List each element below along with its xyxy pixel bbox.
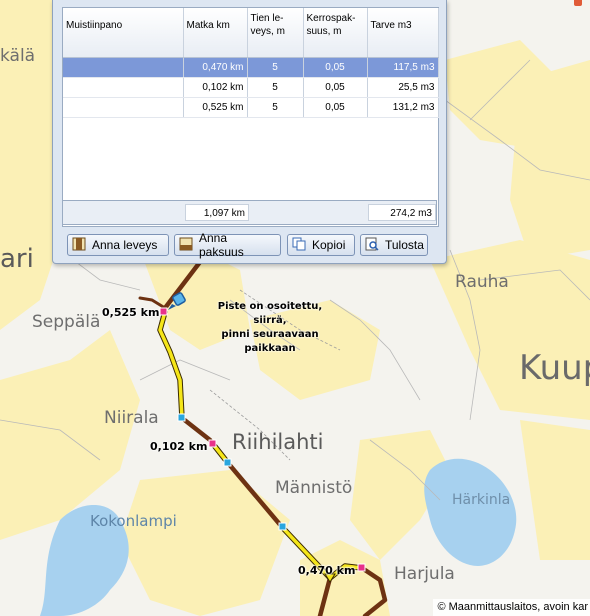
place-label: Harjula: [394, 564, 455, 584]
route-point-marker: [278, 522, 287, 531]
cell-width[interactable]: 5: [247, 77, 304, 98]
column-header-note[interactable]: Muistiinpano: [63, 8, 184, 58]
button-label: Anna paksuus: [199, 231, 244, 259]
set-thickness-button[interactable]: Anna paksuus: [174, 231, 281, 259]
place-label: Niirala: [104, 408, 159, 428]
cell-width[interactable]: 5: [247, 97, 304, 118]
close-icon[interactable]: [574, 0, 582, 6]
total-need: 274,2 m3: [368, 204, 436, 221]
segment-distance-label: 0,525 km: [102, 306, 160, 319]
place-label: Seppälä: [32, 312, 101, 332]
print-preview-icon: [365, 237, 379, 254]
lake-label: Kokonlampi: [90, 512, 177, 530]
segment-distance-label: 0,470 km: [298, 564, 356, 577]
cell-thickness[interactable]: 0,05: [303, 57, 368, 78]
route-point-marker: [208, 439, 217, 448]
totals-row: 1,097 km 274,2 m3: [62, 200, 437, 225]
column-header-road-width[interactable]: Tien le-veys, m: [247, 8, 304, 58]
place-label: ari: [0, 244, 34, 274]
gravel-calculation-panel: Muistiinpano Matka km Tien le-veys, m Ke…: [52, 0, 447, 264]
column-header-need[interactable]: Tarve m3: [367, 8, 439, 58]
place-label: Männistö: [275, 478, 353, 498]
lake-label: Härkinla: [452, 492, 511, 508]
cell-thickness[interactable]: 0,05: [303, 77, 368, 98]
table-header: Muistiinpano Matka km Tien le-veys, m Ke…: [63, 8, 439, 58]
table-row[interactable]: 0,102 km 5 0,05 25,5 m3: [63, 77, 439, 98]
copyright-notice: © Maanmittauslaitos, avoin kar: [433, 599, 590, 616]
tooltip-line: Piste on osoitettu, siirrä,: [217, 301, 323, 326]
total-distance: 1,097 km: [185, 204, 249, 221]
table-row[interactable]: 0,525 km 5 0,05 131,2 m3: [63, 97, 439, 118]
cell-note[interactable]: [63, 77, 184, 98]
cell-distance[interactable]: 0,102 km: [183, 77, 248, 98]
column-header-layer-thickness[interactable]: Kerrospak-suus, m: [303, 8, 368, 58]
place-label: Riihilahti: [232, 430, 324, 454]
cell-need[interactable]: 25,5 m3: [367, 77, 439, 98]
pin-hint-tooltip: Piste on osoitettu, siirrä, pinni seuraa…: [200, 300, 340, 356]
table-row[interactable]: 0,470 km 5 0,05 117,5 m3: [63, 57, 439, 78]
segments-table[interactable]: Muistiinpano Matka km Tien le-veys, m Ke…: [62, 7, 439, 227]
button-label: Tulosta: [385, 238, 424, 252]
copy-button[interactable]: Kopioi: [287, 234, 355, 256]
button-label: Kopioi: [312, 238, 346, 252]
route-point-marker: [159, 307, 168, 316]
cell-need[interactable]: 131,2 m3: [367, 97, 439, 118]
cell-distance[interactable]: 0,525 km: [183, 97, 248, 118]
road-width-icon: [72, 237, 86, 254]
segment-distance-label: 0,102 km: [150, 440, 208, 453]
print-button[interactable]: Tulosta: [360, 234, 428, 256]
cell-thickness[interactable]: 0,05: [303, 97, 368, 118]
column-header-distance[interactable]: Matka km: [183, 8, 248, 58]
copy-icon: [292, 237, 306, 254]
cell-width[interactable]: 5: [247, 57, 304, 78]
route-point-marker: [223, 458, 232, 467]
set-width-button[interactable]: Anna leveys: [67, 234, 169, 256]
cell-note[interactable]: [63, 97, 184, 118]
layer-thickness-icon: [179, 237, 193, 254]
route-point-marker: [357, 563, 366, 572]
place-label: Rauha: [455, 272, 509, 292]
cell-need[interactable]: 117,5 m3: [367, 57, 439, 78]
cell-distance[interactable]: 0,470 km: [183, 57, 248, 78]
button-label: Anna leveys: [92, 238, 158, 252]
route-point-marker: [177, 413, 186, 422]
cell-note[interactable]: [63, 57, 184, 78]
tooltip-line: pinni seuraavaan paikkaan: [221, 329, 319, 354]
place-label: kälä: [0, 46, 36, 66]
place-label: Kuup: [519, 348, 590, 388]
